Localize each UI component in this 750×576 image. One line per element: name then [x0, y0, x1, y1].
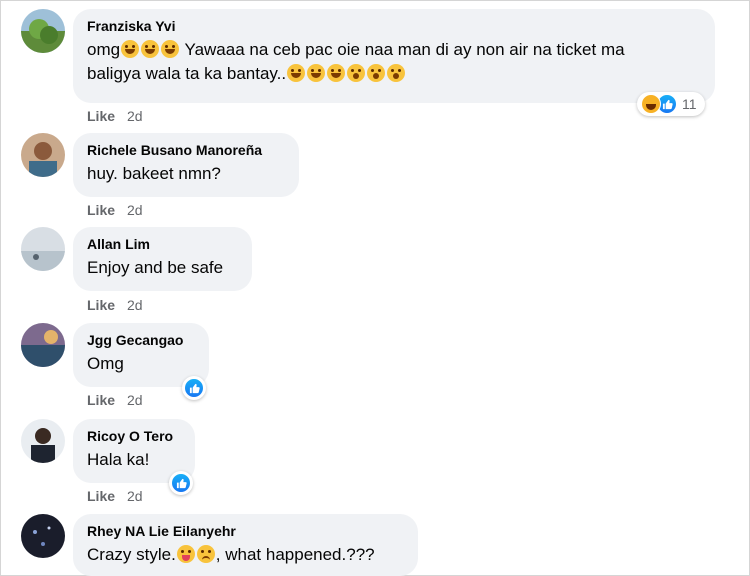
comment-text-part: baligya wala ta ka bantay.. [87, 64, 287, 83]
comment-actions: Like 2d [87, 202, 143, 218]
astonished-emoji-icon [367, 64, 386, 82]
timestamp[interactable]: 2d [127, 108, 143, 124]
tongue-emoji-icon [176, 545, 195, 563]
like-icon [184, 378, 204, 398]
comment-text-part: Crazy style. [87, 545, 176, 564]
comment-bubble: Richele Busano Manoreña huy. bakeet nmn? [73, 133, 299, 197]
comment-actions: Like 2d [87, 108, 143, 124]
avatar[interactable] [21, 133, 65, 177]
astonished-emoji-icon [387, 64, 406, 82]
comment-text: Hala ka! [87, 450, 150, 469]
comment-text: Omg [87, 354, 124, 373]
comment-text: Crazy style. , what happened.??? [87, 543, 404, 567]
comment-text-part: Yawaaa na ceb pac oie naa man di ay non … [180, 40, 625, 59]
comment-author[interactable]: Franziska Yvi [87, 17, 701, 35]
timestamp[interactable]: 2d [127, 297, 143, 313]
rofl-emoji-icon [161, 40, 180, 58]
avatar[interactable] [21, 323, 65, 367]
timestamp[interactable]: 2d [127, 488, 143, 504]
like-link[interactable]: Like [87, 297, 115, 313]
comment-author[interactable]: Richele Busano Manoreña [87, 141, 285, 159]
rofl-emoji-icon [141, 40, 160, 58]
comment-author[interactable]: Allan Lim [87, 235, 238, 253]
reaction-count: 11 [682, 96, 697, 112]
haha-icon [641, 94, 661, 114]
sad-emoji-icon [196, 545, 215, 563]
comment-author[interactable]: Jgg Gecangao [87, 331, 195, 349]
avatar[interactable] [21, 9, 65, 53]
comment-actions: Like 2d [87, 488, 143, 504]
laughing-emoji-icon [307, 64, 326, 82]
comment-actions: Like 2d [87, 297, 143, 313]
avatar[interactable] [21, 514, 65, 558]
comment-text: huy. bakeet nmn? [87, 164, 221, 183]
astonished-emoji-icon [347, 64, 366, 82]
comment-bubble: Rhey NA Lie Eilanyehr Crazy style. , what… [73, 514, 418, 576]
comment-author[interactable]: Rhey NA Lie Eilanyehr [87, 522, 404, 540]
comment-actions: Like 2d [87, 392, 143, 408]
comment-text-part: omg [87, 40, 121, 59]
comment-text: Enjoy and be safe [87, 258, 224, 277]
like-link[interactable]: Like [87, 488, 115, 504]
reaction-summary[interactable] [169, 471, 193, 495]
avatar[interactable] [21, 419, 65, 463]
rofl-emoji-icon [121, 40, 140, 58]
rofl-emoji-icon [287, 64, 306, 82]
comment-text-part: , what happened.??? [215, 545, 375, 564]
comment-text: omg Yawaaa na ceb pac oie naa man di ay … [87, 38, 701, 86]
comment-author[interactable]: Ricoy O Tero [87, 427, 181, 445]
comment-bubble: Allan Lim Enjoy and be safe [73, 227, 252, 291]
reaction-summary[interactable] [182, 376, 206, 400]
like-link[interactable]: Like [87, 108, 115, 124]
like-link[interactable]: Like [87, 392, 115, 408]
timestamp[interactable]: 2d [127, 392, 143, 408]
like-icon [171, 473, 191, 493]
like-link[interactable]: Like [87, 202, 115, 218]
timestamp[interactable]: 2d [127, 202, 143, 218]
reaction-summary[interactable]: 11 [637, 92, 705, 116]
rofl-emoji-icon [327, 64, 346, 82]
avatar[interactable] [21, 227, 65, 271]
comment-bubble: Franziska Yvi omg Yawaaa na ceb pac oie … [73, 9, 715, 103]
